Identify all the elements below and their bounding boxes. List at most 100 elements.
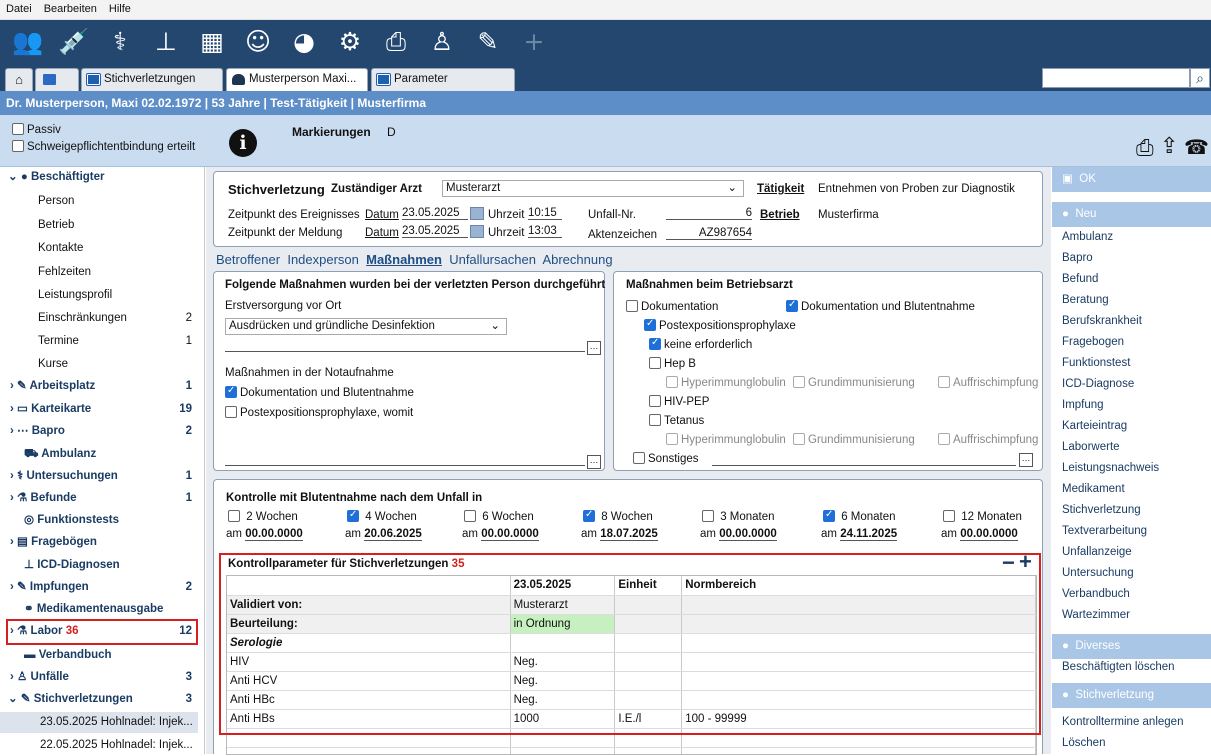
hepb-hyper-checkbox[interactable]: Hyperimmunglobulin <box>666 376 786 389</box>
tetanus-checkbox[interactable]: Tetanus <box>649 414 704 427</box>
action-new-item[interactable]: Fragebogen <box>1052 332 1211 353</box>
sidebar-item-stichverletzungen[interactable]: ⌄ ✎ Stichverletzungen 3 <box>0 689 198 710</box>
sidebar-item-unfaelle[interactable]: › ♙ Unfälle 3 <box>0 667 198 688</box>
sidebar-item-leistungsprofil[interactable]: Leistungsprofil <box>0 285 198 306</box>
sidebar-item-betrieb[interactable]: Betrieb <box>0 215 198 236</box>
action-new-item[interactable]: Funktionstest <box>1052 353 1211 374</box>
kontrolle-date[interactable]: am 24.11.2025 <box>821 528 898 541</box>
sidebar-item-befunde[interactable]: › ⚗ Befunde 1 <box>0 488 198 509</box>
sidebar-item-funktionstests[interactable]: ◎ Funktionstests <box>0 510 198 531</box>
action-new-item[interactable]: Verbandbuch <box>1052 584 1211 605</box>
notaufnahme-text-field[interactable] <box>225 465 585 466</box>
keine-checkbox[interactable]: keine erforderlich <box>649 337 752 351</box>
action-new-item[interactable]: Textverarbeitung <box>1052 521 1211 542</box>
action-new-item[interactable]: Laborwerte <box>1052 437 1211 458</box>
more-button[interactable]: … <box>587 455 601 469</box>
dok-blut-checkbox[interactable]: Dokumentation und Blutentnahme <box>786 299 975 313</box>
betrieb-link[interactable]: Betrieb <box>760 209 800 221</box>
tab-parameter[interactable]: Parameter <box>371 68 515 91</box>
action-new-item[interactable]: Berufskrankheit <box>1052 311 1211 332</box>
subtab-abrechnung[interactable]: Abrechnung <box>542 252 612 267</box>
action-new-item[interactable]: Beratung <box>1052 290 1211 311</box>
sidebar-item-kontakte[interactable]: Kontakte <box>0 238 198 259</box>
meldung-uhrzeit-field[interactable]: 13:03 <box>528 225 562 238</box>
sidebar-item-person[interactable]: Person <box>0 191 198 212</box>
sidebar-item-arbeitsplatz[interactable]: › ✎ Arbeitsplatz 1 <box>0 376 198 397</box>
pie-chart-icon[interactable]: ◕ <box>288 26 320 58</box>
action-new-item[interactable]: Karteieintrag <box>1052 416 1211 437</box>
action-beschaeftigten-loeschen[interactable]: Beschäftigten löschen <box>1052 657 1211 678</box>
stethoscope-icon[interactable]: ⚕ <box>104 26 136 58</box>
action-new-item[interactable]: Medikament <box>1052 479 1211 500</box>
action-new-item[interactable]: Leistungsnachweis <box>1052 458 1211 479</box>
menu-datei[interactable]: Datei <box>0 0 38 18</box>
tab-stichverletzungen[interactable]: Stichverletzungen <box>81 68 223 91</box>
kontrolle-item[interactable]: 4 Wochen <box>347 509 417 523</box>
export-icon[interactable]: ⇪ <box>1160 133 1178 159</box>
arzt-select[interactable]: Musterarzt ⌄ <box>442 180 744 197</box>
sidebar-item-icd-diagnosen[interactable]: ⊥ ICD-Diagnosen <box>0 555 198 576</box>
action-new-item[interactable]: Untersuchung <box>1052 563 1211 584</box>
more-button[interactable]: … <box>587 341 601 355</box>
action-new-item[interactable]: Ambulanz <box>1052 227 1211 248</box>
action-new-item[interactable]: Wartezimmer <box>1052 605 1211 626</box>
kontrolle-item[interactable]: 8 Wochen <box>583 509 653 523</box>
tab-home[interactable]: ⌂ <box>5 68 33 91</box>
sidebar-header-beschaeftigter[interactable]: ⌄ ● Beschäftigter <box>0 167 198 188</box>
kontrolle-date[interactable]: am 18.07.2025 <box>581 528 658 541</box>
hierarchy-icon[interactable]: ⊥ <box>150 26 182 58</box>
kontrolle-date[interactable]: am 00.00.0000 <box>700 528 777 541</box>
search-icon[interactable]: ⌕ <box>1190 68 1210 88</box>
kontrolle-item[interactable]: 3 Monaten <box>702 510 775 523</box>
calendar-icon[interactable] <box>470 225 484 238</box>
sonstiges-text-field[interactable] <box>712 465 1016 466</box>
ereignis-datum-field[interactable]: 23.05.2025 <box>402 207 468 220</box>
sidebar-item-stich-entry[interactable]: 22.05.2025 Hohlnadel: Injek... <box>0 735 198 756</box>
action-new-item[interactable]: Unfallanzeige <box>1052 542 1211 563</box>
sidebar-item-fehlzeiten[interactable]: Fehlzeiten <box>0 262 198 283</box>
kontrolle-date[interactable]: am 20.06.2025 <box>345 528 422 541</box>
action-new-item[interactable]: Bapro <box>1052 248 1211 269</box>
hivpep-checkbox[interactable]: HIV-PEP <box>649 395 709 408</box>
sidebar-item-impfungen[interactable]: › ✎ Impfungen 2 <box>0 577 198 598</box>
user-doctor-icon[interactable]: ☺ <box>242 26 274 58</box>
kontrolle-date[interactable]: am 00.00.0000 <box>226 528 303 541</box>
kontrolle-item[interactable]: 2 Wochen <box>228 510 298 523</box>
hepb-auff-checkbox[interactable]: Auffrischimpfung <box>938 376 1038 389</box>
passiv-checkbox[interactable]: Passiv <box>12 123 61 136</box>
erstversorgung-text-field[interactable] <box>225 351 585 352</box>
kontrolle-item[interactable]: 12 Monaten <box>943 510 1022 523</box>
menu-hilfe[interactable]: Hilfe <box>103 0 137 18</box>
gear-icon[interactable]: ⚙ <box>334 26 366 58</box>
notaufnahme-pep-checkbox[interactable]: Postexpositionsprophylaxe, womit <box>225 406 413 419</box>
sidebar-item-untersuchungen[interactable]: › ⚕ Untersuchungen 1 <box>0 466 198 487</box>
kontrolle-item[interactable]: 6 Monaten <box>823 509 896 523</box>
action-loeschen[interactable]: Löschen <box>1052 733 1211 754</box>
sidebar-item-karteikarte[interactable]: › ▭ Karteikarte 19 <box>0 399 198 420</box>
meldung-datum-link[interactable]: Datum <box>365 227 399 239</box>
sidebar-item-verbandbuch[interactable]: ▬ Verbandbuch <box>0 645 198 666</box>
meldung-datum-field[interactable]: 23.05.2025 <box>402 225 468 238</box>
ereignis-datum-link[interactable]: Datum <box>365 209 399 221</box>
aktenzeichen-field[interactable]: AZ987654 <box>666 227 752 240</box>
sidebar-item-bapro[interactable]: › ⋯ Bapro 2 <box>0 421 198 442</box>
printer-icon[interactable]: ⎙ <box>380 26 412 58</box>
action-kontrolltermine-anlegen[interactable]: Kontrolltermine anlegen <box>1052 712 1211 733</box>
printer-icon[interactable]: ⎙ <box>1136 135 1154 161</box>
sidebar-item-stich-entry[interactable]: 23.05.2025 Hohlnadel: Injek... <box>0 712 198 733</box>
more-button[interactable]: … <box>1019 453 1033 467</box>
kontrolle-item[interactable]: 6 Wochen <box>464 510 534 523</box>
calendar-icon[interactable]: ▦ <box>196 26 228 58</box>
sidebar-item-termine[interactable]: Termine 1 <box>0 331 198 352</box>
menu-bearbeiten[interactable]: Bearbeiten <box>38 0 103 18</box>
sidebar-item-einschraenkungen[interactable]: Einschränkungen 2 <box>0 308 198 329</box>
search-input[interactable] <box>1042 68 1190 88</box>
action-new-item[interactable]: ICD-Diagnose <box>1052 374 1211 395</box>
subtab-massnahmen[interactable]: Maßnahmen <box>366 252 442 267</box>
subtab-unfallursachen[interactable]: Unfallursachen <box>449 252 536 267</box>
add-icon[interactable]: + <box>518 26 550 58</box>
sidebar-item-medikamentenausgabe[interactable]: ⚭ Medikamentenausgabe <box>0 599 198 620</box>
hepb-checkbox[interactable]: Hep B <box>649 357 696 370</box>
hepb-grund-checkbox[interactable]: Grundimmunisierung <box>793 376 915 389</box>
fax-icon[interactable]: ☎ <box>1184 135 1209 160</box>
